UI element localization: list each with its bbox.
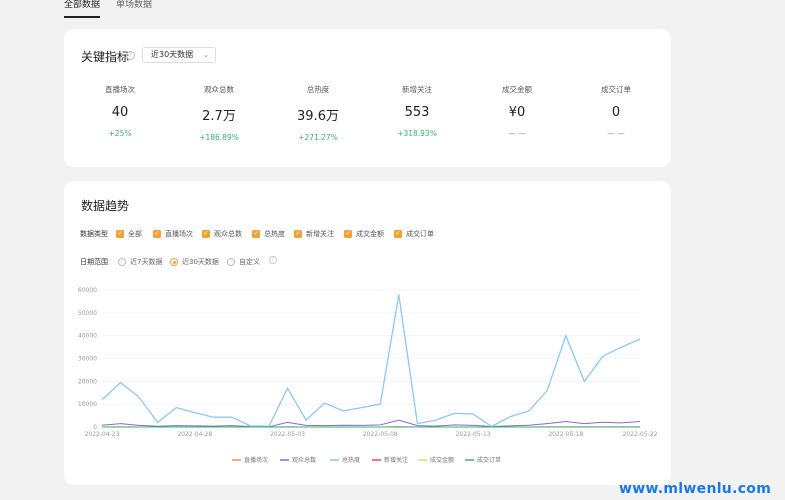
y-tick-label: 0 (93, 424, 97, 431)
y-tick-label: 10000 (78, 401, 97, 408)
legend-label: 成交金额 (430, 456, 454, 464)
trend-chart: 0 10000 20000 30000 40000 50000 60000 2022-04-2… (78, 287, 658, 464)
y-tick-label: 30000 (78, 356, 97, 363)
legend-label: 观众总数 (292, 456, 316, 464)
y-tick-label: 50000 (78, 310, 97, 317)
x-tick-label: 2022-05-08 (363, 431, 398, 438)
x-tick-label: 2022-05-13 (456, 431, 491, 438)
x-tick-label: 2022-04-23 (85, 431, 120, 438)
site-watermark: www.mlwenlu.com (619, 481, 772, 497)
series-line (101, 294, 641, 428)
legend-label: 新增关注 (384, 456, 408, 464)
x-tick-label: 2022-05-03 (270, 431, 305, 438)
x-tick-label: 2022-04-28 (177, 431, 212, 438)
y-tick-label: 60000 (78, 287, 97, 294)
legend-label: 成交订单 (477, 456, 501, 464)
y-tick-label: 20000 (78, 378, 97, 385)
series-line (101, 419, 641, 428)
x-tick-label: 2022-05-18 (548, 431, 583, 438)
legend-label: 直播场次 (244, 456, 268, 464)
y-tick-label: 40000 (78, 333, 97, 340)
x-tick-label: 2022-05-22 (623, 431, 658, 438)
legend-label: 总热度 (342, 456, 360, 464)
